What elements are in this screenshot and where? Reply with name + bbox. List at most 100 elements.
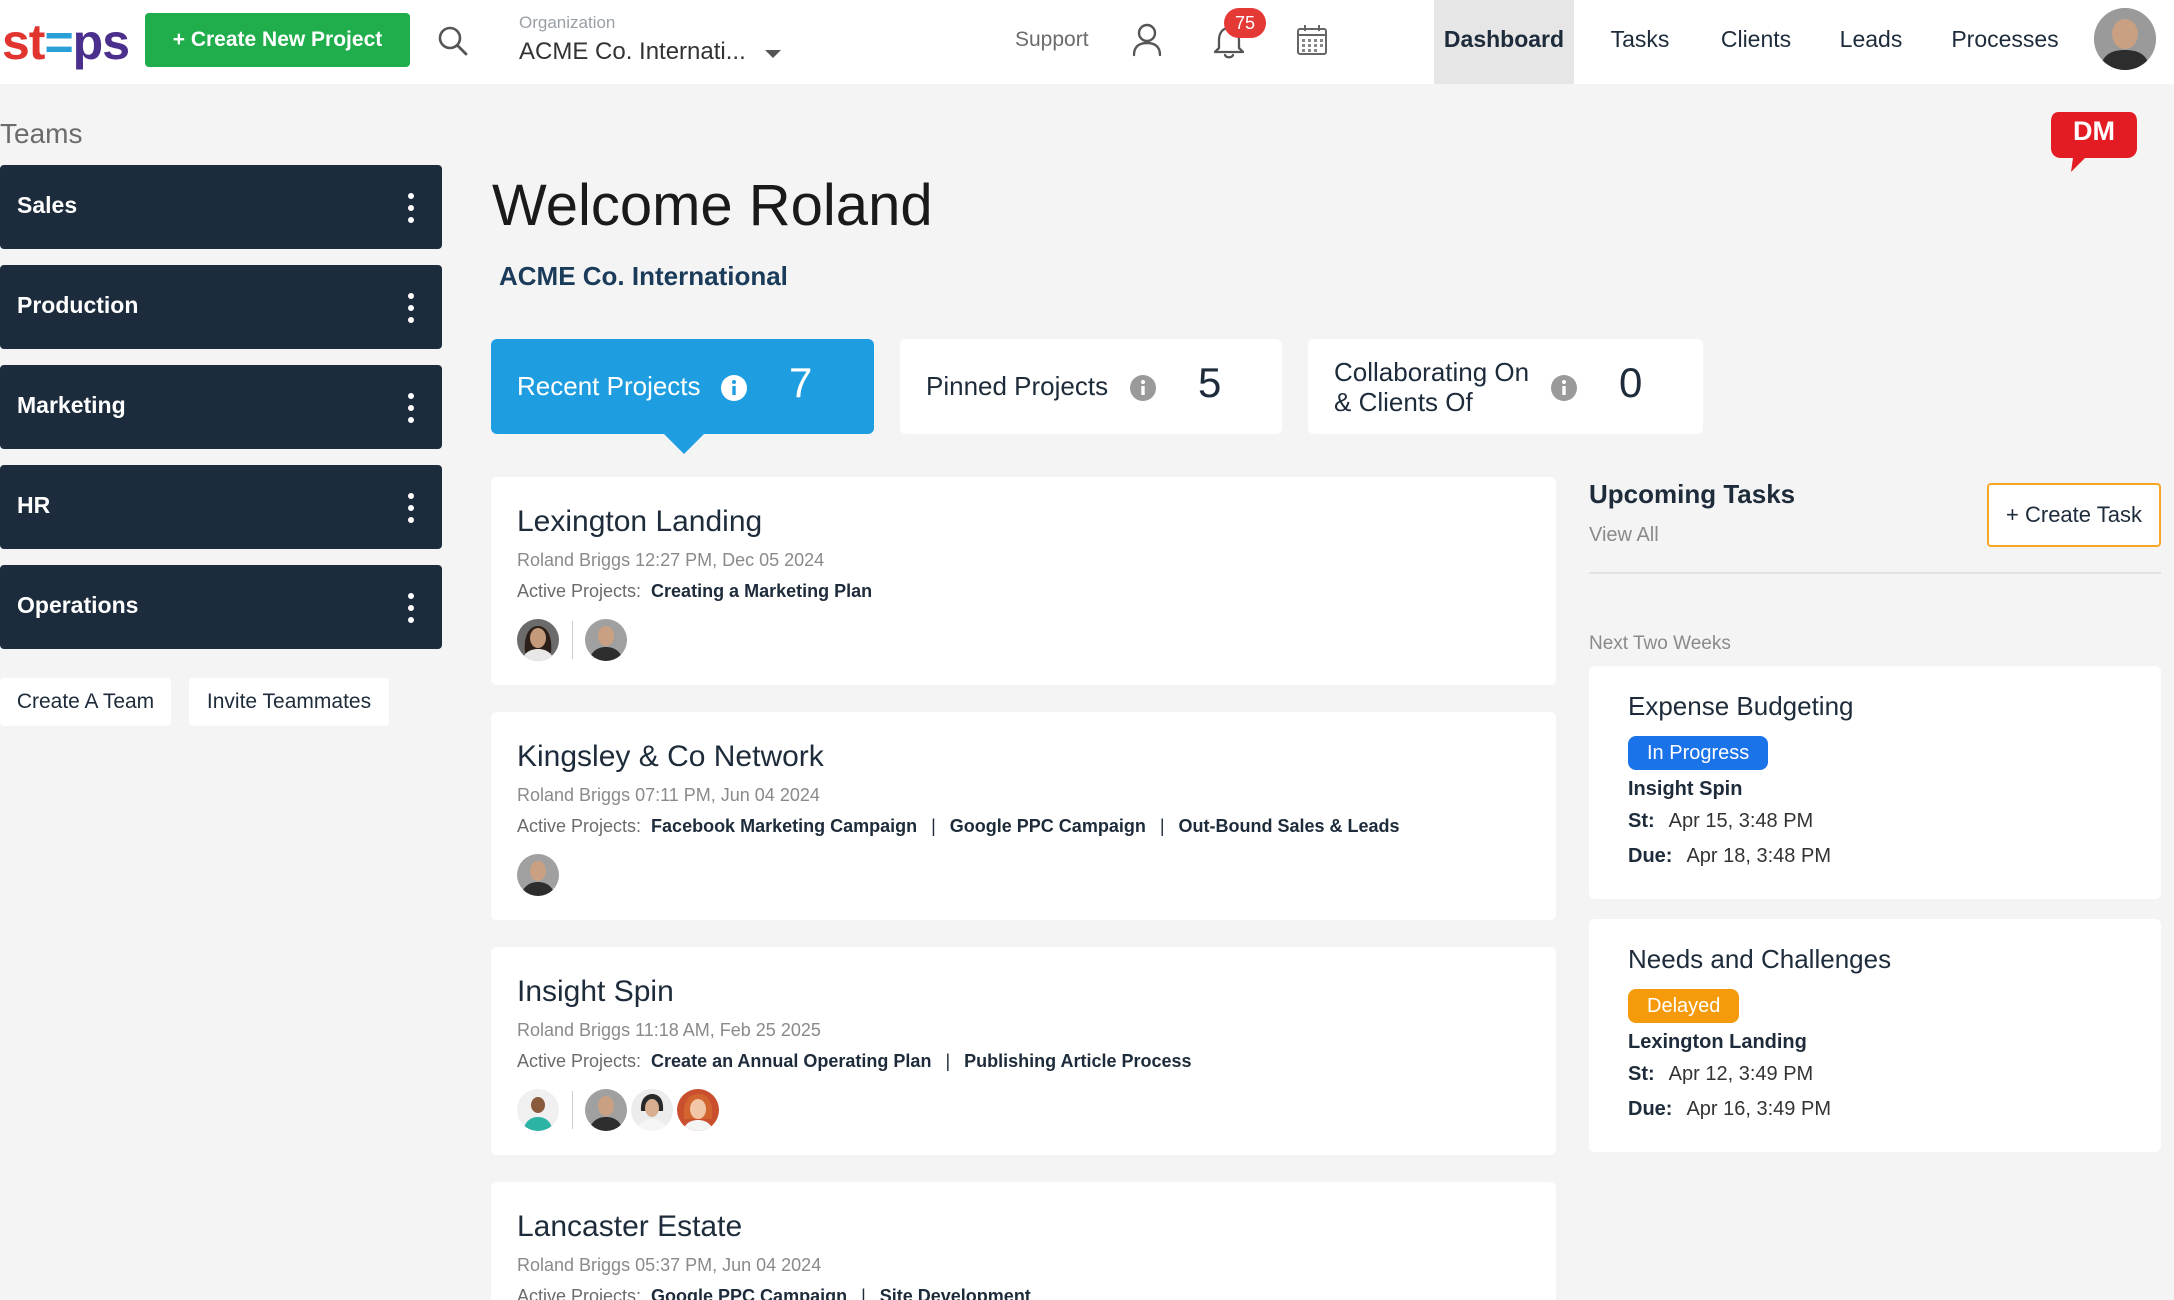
active-project-link[interactable]: Creating a Marketing Plan [651, 581, 872, 601]
view-all-link[interactable]: View All [1589, 524, 1659, 547]
nav-tab-processes[interactable]: Processes [1940, 0, 2070, 84]
stat-label-line1: Collaborating On [1334, 357, 1530, 387]
kebab-menu-icon[interactable] [406, 191, 416, 225]
active-project-link[interactable]: Google PPC Campaign [651, 1286, 847, 1300]
team-label: Operations [17, 592, 139, 618]
start-label: St: [1628, 810, 1655, 832]
member-avatar[interactable] [631, 1089, 673, 1131]
project-meta: Roland Briggs 12:27 PM, Dec 05 2024 [517, 550, 825, 570]
dm-label[interactable]: DM [2049, 116, 2139, 147]
team-hr[interactable]: HR [0, 465, 442, 549]
team-marketing[interactable]: Marketing [0, 365, 442, 449]
project-title[interactable]: Kingsley & Co Network [517, 740, 824, 774]
kebab-menu-icon[interactable] [406, 291, 416, 325]
upcoming-tasks-title: Upcoming Tasks [1589, 479, 1796, 509]
organization-selector[interactable]: Organization ACME Co. Internati... [519, 10, 809, 70]
chevron-down-icon[interactable] [762, 43, 784, 65]
active-project-link[interactable]: Out-Bound Sales & Leads [1179, 816, 1400, 836]
stat-value: 5 [1198, 359, 1222, 406]
project-meta: Roland Briggs 05:37 PM, Jun 04 2024 [517, 1255, 822, 1275]
create-new-project-button[interactable]: + Create New Project [145, 13, 410, 67]
logo-st: st [2, 14, 45, 70]
active-projects-label: Active Projects: [517, 1051, 642, 1071]
task-card[interactable]: Needs and Challenges Delayed Lexington L… [1589, 919, 2161, 1152]
top-bar: st=ps + Create New Project Organization … [0, 0, 2174, 84]
project-card[interactable]: Kingsley & Co Network Roland Briggs 07:1… [491, 712, 1556, 920]
active-project-link[interactable]: Site Development [880, 1286, 1031, 1300]
task-title[interactable]: Needs and Challenges [1628, 944, 1891, 975]
collaborating-on-card[interactable]: Collaborating On & Clients Of 0 [1308, 339, 1703, 434]
active-project-link[interactable]: Google PPC Campaign [950, 816, 1146, 836]
separator: | [861, 1286, 866, 1300]
team-operations[interactable]: Operations [0, 565, 442, 649]
start-value: Apr 12, 3:49 PM [1668, 1063, 1814, 1085]
due-label: Due: [1628, 1098, 1673, 1120]
nav-tab-clients[interactable]: Clients [1706, 0, 1806, 84]
search-icon[interactable] [436, 24, 470, 58]
calendar-icon[interactable] [1294, 22, 1330, 58]
avatar-divider [572, 1091, 573, 1129]
separator: | [1159, 816, 1165, 836]
create-team-button[interactable]: Create A Team [0, 678, 171, 726]
due-label: Due: [1628, 845, 1673, 867]
steps-logo[interactable]: st=ps [2, 14, 130, 70]
member-avatar[interactable] [585, 1089, 627, 1131]
project-card[interactable]: Insight Spin Roland Briggs 11:18 AM, Feb… [491, 947, 1556, 1155]
due-value: Apr 16, 3:49 PM [1686, 1098, 1831, 1120]
active-project-link[interactable]: Create an Annual Operating Plan [651, 1051, 931, 1071]
project-title[interactable]: Lancaster Estate [517, 1210, 742, 1244]
task-project[interactable]: Lexington Landing [1628, 1031, 1807, 1054]
info-icon[interactable] [1129, 374, 1157, 402]
member-avatar[interactable] [517, 619, 559, 661]
active-project-link[interactable]: Facebook Marketing Campaign [651, 816, 917, 836]
pinned-projects-card[interactable]: Pinned Projects 5 [900, 339, 1282, 434]
stat-label: Pinned Projects [926, 371, 1109, 401]
member-avatar[interactable] [517, 1089, 559, 1131]
kebab-menu-icon[interactable] [406, 591, 416, 625]
team-label: Marketing [17, 392, 126, 418]
member-avatar[interactable] [677, 1089, 719, 1131]
info-icon[interactable] [1550, 374, 1578, 402]
task-card[interactable]: Expense Budgeting In Progress Insight Sp… [1589, 666, 2161, 899]
nav-tab-leads[interactable]: Leads [1826, 0, 1916, 84]
active-projects: Active Projects: Creating a Marketing Pla… [517, 581, 872, 602]
notification-badge[interactable]: 75 [1224, 8, 1266, 38]
active-projects-label: Active Projects: [517, 581, 642, 601]
active-projects: Active Projects: Google PPC Campaign | Site… [517, 1286, 1031, 1300]
project-title[interactable]: Lexington Landing [517, 505, 762, 539]
task-start: St: Apr 15, 3:48 PM [1628, 810, 1813, 833]
nav-tab-dashboard[interactable]: Dashboard [1434, 0, 1574, 84]
create-task-button[interactable]: + Create Task [1987, 483, 2161, 547]
active-projects: Active Projects: Facebook Marketing Campa… [517, 816, 1400, 837]
info-icon[interactable] [720, 374, 748, 402]
project-card[interactable]: Lancaster Estate Roland Briggs 05:37 PM,… [491, 1182, 1556, 1300]
kebab-menu-icon[interactable] [406, 491, 416, 525]
logo-ps: ps [72, 14, 130, 70]
invite-teammates-button[interactable]: Invite Teammates [189, 678, 389, 726]
active-projects-label: Active Projects: [517, 1286, 642, 1300]
project-card[interactable]: Lexington Landing Roland Briggs 12:27 PM… [491, 477, 1556, 685]
due-value: Apr 18, 3:48 PM [1686, 845, 1831, 867]
team-label: Production [17, 292, 139, 318]
kebab-menu-icon[interactable] [406, 391, 416, 425]
member-avatar[interactable] [585, 619, 627, 661]
team-label: Sales [17, 192, 78, 218]
support-link[interactable]: Support [1015, 28, 1089, 52]
active-project-link[interactable]: Publishing Article Process [964, 1051, 1191, 1071]
stat-value: 0 [1619, 359, 1643, 406]
team-production[interactable]: Production [0, 265, 442, 349]
team-sales[interactable]: Sales [0, 165, 442, 249]
task-project[interactable]: Insight Spin [1628, 778, 1742, 801]
project-title[interactable]: Insight Spin [517, 975, 674, 1009]
divider [1589, 572, 2161, 574]
start-label: St: [1628, 1063, 1655, 1085]
member-avatar[interactable] [517, 854, 559, 896]
task-title[interactable]: Expense Budgeting [1628, 691, 1854, 722]
user-avatar[interactable] [2094, 8, 2156, 70]
task-start: St: Apr 12, 3:49 PM [1628, 1063, 1813, 1086]
user-icon[interactable] [1130, 22, 1164, 58]
team-label: HR [17, 492, 51, 518]
separator: | [931, 816, 936, 836]
recent-projects-card[interactable]: Recent Projects 7 [491, 339, 874, 434]
nav-tab-tasks[interactable]: Tasks [1592, 0, 1688, 84]
